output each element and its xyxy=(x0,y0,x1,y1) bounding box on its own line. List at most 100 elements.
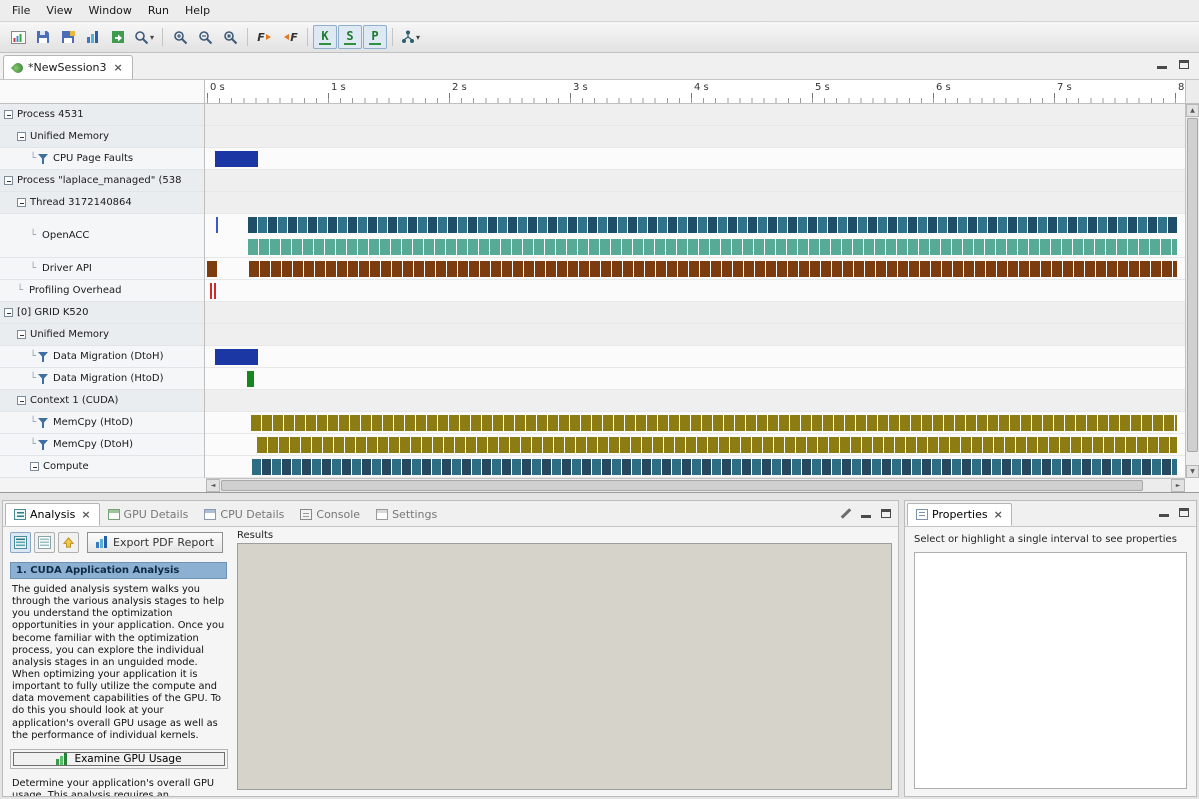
view-menu-icon[interactable] xyxy=(840,508,851,519)
timeline-interval-bar[interactable] xyxy=(215,151,257,167)
collapse-icon[interactable] xyxy=(30,462,39,471)
tab-console[interactable]: Console xyxy=(292,503,368,526)
tree-elbow-icon: └ xyxy=(30,417,36,428)
tree-row-compute[interactable]: Compute xyxy=(0,456,204,478)
tree-row-unified-memory-gpu[interactable]: Unified Memory xyxy=(0,324,204,346)
back-up-button[interactable] xyxy=(58,532,79,553)
vertical-scroll-track[interactable] xyxy=(1186,117,1199,465)
tree-row-data-migration-dtoh[interactable]: └Data Migration (DtoH) xyxy=(0,346,204,368)
collapse-icon[interactable] xyxy=(17,198,26,207)
collapse-icon[interactable] xyxy=(4,110,13,119)
session-tab-close-icon[interactable]: × xyxy=(113,61,122,74)
tree-row-process-laplace[interactable]: Process "laplace_managed" (538 xyxy=(0,170,204,192)
scroll-up-icon[interactable]: ▲ xyxy=(1186,104,1199,117)
tree-row-thread-3172140864[interactable]: Thread 3172140864 xyxy=(0,192,204,214)
new-session-button[interactable] xyxy=(6,25,30,49)
horizontal-scroll-track[interactable] xyxy=(220,479,1171,492)
zoom-in-button[interactable] xyxy=(168,25,192,49)
analysis-tabbar: Analysis × GPU Details CPU Details Conso… xyxy=(3,501,898,527)
menu-view[interactable]: View xyxy=(38,1,80,20)
filter-icon[interactable] xyxy=(38,374,48,384)
timeline-interval-bar[interactable] xyxy=(252,459,1178,475)
kernel-timeline-toggle[interactable]: K xyxy=(313,25,337,49)
maximize-view-icon[interactable] xyxy=(1179,60,1189,69)
analyze-button[interactable]: ▾ xyxy=(398,25,423,49)
tab-cpu-details[interactable]: CPU Details xyxy=(196,503,292,526)
session-tab[interactable]: *NewSession3 × xyxy=(3,55,133,79)
collapse-icon[interactable] xyxy=(17,330,26,339)
timeline-interval-bar[interactable] xyxy=(207,261,217,277)
process-p-icon: P xyxy=(369,29,380,45)
timeline-interval-bar[interactable] xyxy=(251,415,1178,431)
tree-row-label: [0] GRID K520 xyxy=(17,307,89,318)
export-pdf-button[interactable]: Export PDF Report xyxy=(87,532,223,553)
timeline-interval-bar[interactable] xyxy=(216,217,218,233)
maximize-view-icon[interactable] xyxy=(1179,508,1189,517)
horizontal-scroll-thumb[interactable] xyxy=(221,480,1143,491)
timeline-interval-bar[interactable] xyxy=(257,437,1178,453)
save-timeline-button[interactable] xyxy=(56,25,80,49)
tree-row-memcpy-dtoh[interactable]: └MemCpy (DtoH) xyxy=(0,434,204,456)
timeline-interval-bar[interactable] xyxy=(248,217,1177,233)
chart-button[interactable] xyxy=(81,25,105,49)
export-button[interactable] xyxy=(106,25,130,49)
examine-gpu-usage-button[interactable]: Examine GPU Usage xyxy=(13,752,225,766)
timeline-interval-bar[interactable] xyxy=(247,371,254,387)
minimize-view-icon[interactable] xyxy=(1159,508,1169,517)
timeline-interval-bar[interactable] xyxy=(249,261,1177,277)
filter-icon[interactable] xyxy=(38,418,48,428)
tab-analysis[interactable]: Analysis × xyxy=(5,503,100,526)
collapse-icon[interactable] xyxy=(4,308,13,317)
toolbar-separator xyxy=(307,28,308,46)
scroll-right-icon[interactable]: ► xyxy=(1171,479,1185,492)
search-button[interactable]: ▾ xyxy=(131,25,157,49)
tree-row-process-4531[interactable]: Process 4531 xyxy=(0,104,204,126)
analysis-tab-close-icon[interactable]: × xyxy=(81,508,90,521)
horizontal-scrollbar[interactable]: ◄ ► xyxy=(206,478,1185,492)
tree-row-profiling-overhead[interactable]: └Profiling Overhead xyxy=(0,280,204,302)
vertical-scroll-thumb[interactable] xyxy=(1187,118,1198,452)
vertical-scrollbar[interactable]: ▲ ▼ xyxy=(1185,104,1199,478)
zoom-out-button[interactable] xyxy=(193,25,217,49)
tab-settings[interactable]: Settings xyxy=(368,503,445,526)
marker-arrow-icon xyxy=(265,33,273,41)
tree-row-grid-k520[interactable]: [0] GRID K520 xyxy=(0,302,204,324)
next-marker-button[interactable]: F xyxy=(253,25,277,49)
stream-timeline-toggle[interactable]: S xyxy=(338,25,362,49)
filter-icon[interactable] xyxy=(38,440,48,450)
tree-row-openacc[interactable]: └OpenACC xyxy=(0,214,204,258)
timeline-interval-bar[interactable] xyxy=(248,239,1177,255)
menu-help[interactable]: Help xyxy=(177,1,218,20)
tree-row-memcpy-htod[interactable]: └MemCpy (HtoD) xyxy=(0,412,204,434)
prev-marker-button[interactable]: F xyxy=(278,25,302,49)
zoom-fit-button[interactable] xyxy=(218,25,242,49)
menu-file[interactable]: File xyxy=(4,1,38,20)
process-timeline-toggle[interactable]: P xyxy=(363,25,387,49)
collapse-icon[interactable] xyxy=(4,176,13,185)
collapse-icon[interactable] xyxy=(17,396,26,405)
timeline-interval-bar[interactable] xyxy=(214,283,216,299)
minimize-view-icon[interactable] xyxy=(1157,60,1167,69)
tree-row-context-1-cuda[interactable]: Context 1 (CUDA) xyxy=(0,390,204,412)
scroll-left-icon[interactable]: ◄ xyxy=(206,479,220,492)
timeline-interval-bar[interactable] xyxy=(210,283,212,299)
tree-row-data-migration-htod[interactable]: └Data Migration (HtoD) xyxy=(0,368,204,390)
tree-row-unified-memory-host[interactable]: Unified Memory xyxy=(0,126,204,148)
unguided-analysis-button[interactable] xyxy=(34,532,55,553)
tree-row-cpu-page-faults[interactable]: └CPU Page Faults xyxy=(0,148,204,170)
save-button[interactable] xyxy=(31,25,55,49)
scroll-down-icon[interactable]: ▼ xyxy=(1186,465,1199,478)
tab-properties[interactable]: Properties × xyxy=(907,503,1012,526)
properties-tab-close-icon[interactable]: × xyxy=(994,508,1003,521)
filter-icon[interactable] xyxy=(38,154,48,164)
maximize-view-icon[interactable] xyxy=(881,509,891,518)
guided-analysis-button[interactable] xyxy=(10,532,31,553)
tab-gpu-details[interactable]: GPU Details xyxy=(100,503,197,526)
minimize-view-icon[interactable] xyxy=(861,509,871,518)
filter-icon[interactable] xyxy=(38,352,48,362)
menu-run[interactable]: Run xyxy=(140,1,177,20)
timeline-interval-bar[interactable] xyxy=(215,349,257,365)
tree-row-driver-api[interactable]: └Driver API xyxy=(0,258,204,280)
collapse-icon[interactable] xyxy=(17,132,26,141)
menu-window[interactable]: Window xyxy=(81,1,140,20)
